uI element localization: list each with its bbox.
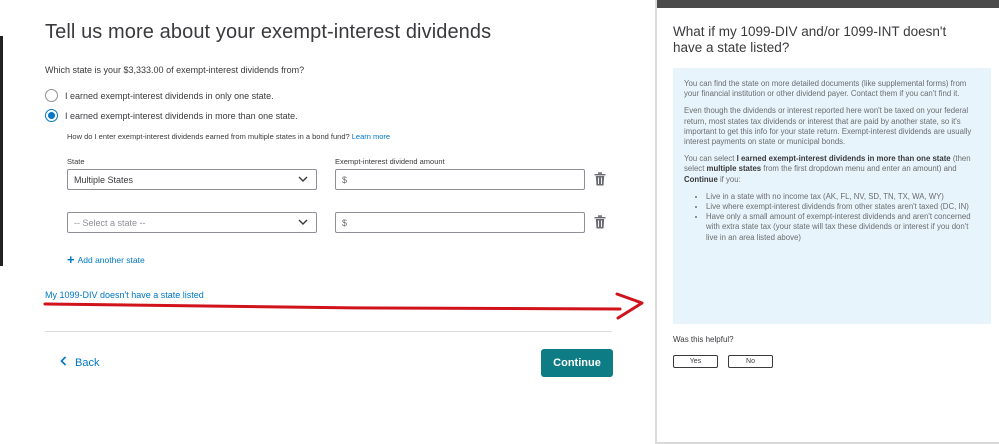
main-form: Tell us more about your exempt-interest …: [45, 0, 615, 444]
chevron-down-icon: [298, 217, 308, 227]
help-panel: What if my 1099-DIV and/or 1099-INT does…: [655, 0, 999, 444]
yes-button[interactable]: Yes: [673, 355, 718, 368]
chevron-down-icon: [298, 174, 308, 184]
chevron-left-icon: [60, 356, 67, 369]
state-select-1[interactable]: Multiple States: [67, 169, 317, 190]
criteria-list: Live in a state with no income tax (AK, …: [684, 192, 981, 243]
no-button[interactable]: No: [728, 355, 773, 368]
plus-icon: +: [67, 252, 75, 267]
annotation-arrowhead: [615, 292, 644, 320]
radio-label: I earned exempt-interest dividends in mo…: [65, 110, 298, 121]
helpful-question: Was this helpful?: [673, 335, 734, 344]
amount-input-1[interactable]: $: [335, 169, 585, 190]
trash-icon[interactable]: [594, 172, 606, 186]
info-paragraph: Even though the dividends or interest re…: [684, 106, 972, 147]
continue-button[interactable]: Continue: [541, 349, 613, 377]
radio-multiple-states[interactable]: I earned exempt-interest dividends in mo…: [45, 109, 298, 122]
list-item: Have only a small amount of exempt-inter…: [706, 212, 981, 243]
radio-label: I earned exempt-interest dividends in on…: [65, 90, 274, 101]
state-question: Which state is your $3,333.00 of exempt-…: [45, 65, 305, 75]
bond-fund-help-text: How do I enter exempt-interest dividends…: [67, 132, 350, 141]
radio-button[interactable]: [45, 89, 58, 102]
list-item: Live where exempt-interest dividends fro…: [706, 202, 981, 212]
info-box: You can find the state on more detailed …: [673, 68, 991, 324]
state-select-value: Multiple States: [74, 174, 134, 185]
trash-icon[interactable]: [594, 215, 606, 229]
amount-input-2[interactable]: $: [335, 212, 585, 233]
page-title: Tell us more about your exempt-interest …: [45, 21, 492, 43]
list-item: Live in a state with no income tax (AK, …: [706, 192, 981, 202]
divider: [45, 331, 612, 332]
panel-top-bar: [657, 0, 999, 8]
currency-prefix: $: [342, 174, 348, 185]
currency-prefix: $: [342, 217, 348, 228]
info-paragraph: You can find the state on more detailed …: [684, 79, 967, 99]
panel-title: What if my 1099-DIV and/or 1099-INT does…: [673, 24, 947, 55]
window-edge: [0, 36, 3, 266]
bond-fund-help: How do I enter exempt-interest dividends…: [67, 132, 390, 141]
add-state-label: Add another state: [77, 255, 145, 265]
radio-one-state[interactable]: I earned exempt-interest dividends in on…: [45, 89, 274, 102]
back-label: Back: [75, 356, 100, 369]
state-select-2[interactable]: -- Select a state --: [67, 212, 317, 233]
learn-more-link[interactable]: Learn more: [352, 132, 390, 141]
state-column-label: State: [67, 157, 85, 166]
amount-column-label: Exempt-interest dividend amount: [335, 157, 445, 166]
add-another-state-button[interactable]: + Add another state: [67, 252, 145, 267]
radio-button-selected[interactable]: [45, 109, 58, 122]
info-paragraph: You can select I earned exempt-interest …: [684, 154, 971, 184]
no-state-listed-link[interactable]: My 1099-DIV doesn't have a state listed: [45, 290, 204, 300]
back-button[interactable]: Back: [60, 356, 99, 369]
state-select-placeholder: -- Select a state --: [74, 217, 146, 228]
